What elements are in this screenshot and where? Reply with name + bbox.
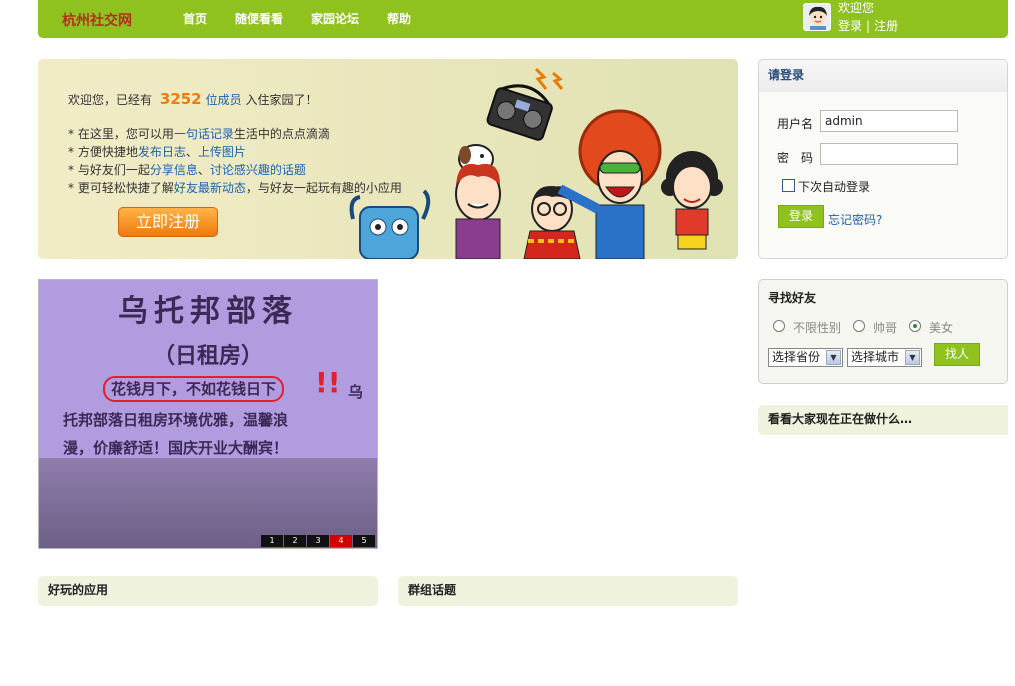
feature-link[interactable]: 好友最新动态 bbox=[174, 181, 246, 195]
city-select[interactable]: 选择城市 ▼ bbox=[847, 348, 922, 367]
login-title: 请登录 bbox=[759, 60, 1007, 92]
welcome-text: 欢迎您 bbox=[838, 1, 875, 15]
welcome-prefix: 欢迎您，已经有 bbox=[68, 93, 153, 107]
gender-male-radio[interactable] bbox=[853, 320, 865, 332]
top-nav-bar: 杭州社交网 首页 随便看看 家园论坛 帮助 欢迎您 登录 | 注册 bbox=[38, 0, 1008, 38]
activity-section-header: 看看大家现在正在做什么… bbox=[758, 405, 1008, 435]
find-friends-panel: 寻找好友 不限性别 帅哥 美女 选择省份 ▼ 选择城市 ▼ 找人 bbox=[758, 279, 1008, 384]
welcome-suffix: 入住家园了！ bbox=[245, 93, 318, 107]
feature-link[interactable]: 发布日志 bbox=[138, 145, 186, 159]
site-logo[interactable]: 杭州社交网 bbox=[62, 10, 132, 30]
province-select-value: 选择省份 bbox=[772, 350, 821, 364]
avatar bbox=[803, 3, 831, 31]
slide-body-line: 乌 bbox=[347, 383, 363, 401]
activity-title: 看看大家现在正在做什么… bbox=[768, 412, 913, 426]
link-separator: | bbox=[866, 19, 871, 33]
login-button[interactable]: 登录 bbox=[778, 205, 824, 228]
promo-slideshow[interactable]: 乌托邦部落 （日租房） 花钱月下，不如花钱日下 !! 乌 托邦部落日租房环境优雅… bbox=[38, 279, 378, 549]
member-welcome: 欢迎您，已经有 3252 位成员 入住家园了！ bbox=[68, 90, 317, 108]
slide-page-button[interactable]: 5 bbox=[353, 535, 375, 547]
feature-text: 、 bbox=[197, 163, 210, 177]
user-status: 欢迎您 登录 | 注册 bbox=[838, 0, 898, 35]
province-select[interactable]: 选择省份 ▼ bbox=[768, 348, 843, 367]
welcome-banner: 欢迎您，已经有 3252 位成员 入住家园了！ * 在这里，您可以用一句话记录生活… bbox=[38, 59, 738, 259]
feature-text: * 与好友们一起 bbox=[68, 163, 150, 177]
chevron-down-icon: ▼ bbox=[826, 350, 841, 365]
groups-section-header: 群组话题 bbox=[398, 576, 738, 606]
remember-me-label: 下次自动登录 bbox=[798, 180, 871, 194]
feature-text: 、 bbox=[185, 145, 198, 159]
gender-female-label: 美女 bbox=[929, 321, 954, 335]
gender-male-label: 帅哥 bbox=[873, 321, 898, 335]
member-count: 3252 bbox=[159, 90, 202, 108]
username-label: 用户名 bbox=[777, 117, 814, 131]
feature-link[interactable]: 上传图片 bbox=[198, 145, 246, 159]
feature-link[interactable]: 分享信息 bbox=[150, 163, 198, 177]
forgot-password-link[interactable]: 忘记密码? bbox=[828, 211, 882, 228]
nav-home[interactable]: 首页 bbox=[183, 10, 207, 27]
slide-page-button[interactable]: 1 bbox=[261, 535, 283, 547]
register-link[interactable]: 注册 bbox=[874, 17, 898, 35]
login-panel: 请登录 用户名 密 码 下次自动登录 登录 忘记密码? bbox=[758, 59, 1008, 259]
username-field[interactable] bbox=[820, 110, 958, 132]
slide-page-button-active[interactable]: 4 bbox=[330, 535, 352, 547]
slide-image: 乌托邦部落 （日租房） 花钱月下，不如花钱日下 !! 乌 托邦部落日租房环境优雅… bbox=[39, 280, 377, 548]
apps-section-header: 好玩的应用 bbox=[38, 576, 378, 606]
nav-help[interactable]: 帮助 bbox=[387, 10, 411, 27]
slide-body-line: 托邦部落日租房环境优雅，温馨浪 bbox=[63, 411, 289, 429]
find-button[interactable]: 找人 bbox=[934, 343, 980, 366]
member-unit: 位成员 bbox=[205, 93, 242, 107]
gender-female-radio[interactable] bbox=[909, 320, 921, 332]
remember-me-checkbox[interactable] bbox=[782, 179, 795, 192]
password-label: 密 码 bbox=[777, 151, 814, 165]
feature-text: * 在这里，您可以用 bbox=[68, 127, 174, 141]
password-field[interactable] bbox=[820, 143, 958, 165]
apps-title: 好玩的应用 bbox=[48, 583, 109, 597]
nav-browse[interactable]: 随便看看 bbox=[235, 10, 283, 27]
gender-any-radio[interactable] bbox=[773, 320, 785, 332]
gender-any-label: 不限性别 bbox=[793, 321, 842, 335]
feature-link[interactable]: 讨论感兴趣的话题 bbox=[210, 163, 306, 177]
register-now-button[interactable]: 立即注册 bbox=[118, 207, 218, 237]
slide-title: 乌托邦部落 bbox=[118, 294, 298, 329]
page: 杭州社交网 首页 随便看看 家园论坛 帮助 欢迎您 登录 | 注册 欢迎您，已经… bbox=[0, 0, 1015, 686]
find-friends-title: 寻找好友 bbox=[768, 291, 817, 305]
slide-pager: 1 2 3 4 5 bbox=[261, 535, 375, 547]
groups-title: 群组话题 bbox=[408, 583, 457, 597]
main-nav: 首页 随便看看 家园论坛 帮助 bbox=[183, 10, 439, 27]
feature-link[interactable]: 一句话记录 bbox=[174, 127, 234, 141]
user-avatar-icon bbox=[804, 4, 830, 30]
feature-text: 生活中的点点滴滴 bbox=[233, 127, 330, 141]
cartoon-characters-illustration bbox=[349, 67, 723, 259]
nav-forum[interactable]: 家园论坛 bbox=[311, 10, 359, 27]
slide-page-button[interactable]: 3 bbox=[307, 535, 329, 547]
feature-text: * 方便快捷地 bbox=[68, 145, 138, 159]
chevron-down-icon: ▼ bbox=[905, 350, 920, 365]
feature-text: * 更可轻松快捷了解 bbox=[68, 181, 174, 195]
city-select-value: 选择城市 bbox=[851, 350, 900, 364]
login-link[interactable]: 登录 bbox=[838, 17, 862, 35]
slide-body: 乌 托邦部落日租房环境优雅，温馨浪 漫，价廉舒适！国庆开业大酬宾！ bbox=[63, 378, 363, 462]
slide-page-button[interactable]: 2 bbox=[284, 535, 306, 547]
